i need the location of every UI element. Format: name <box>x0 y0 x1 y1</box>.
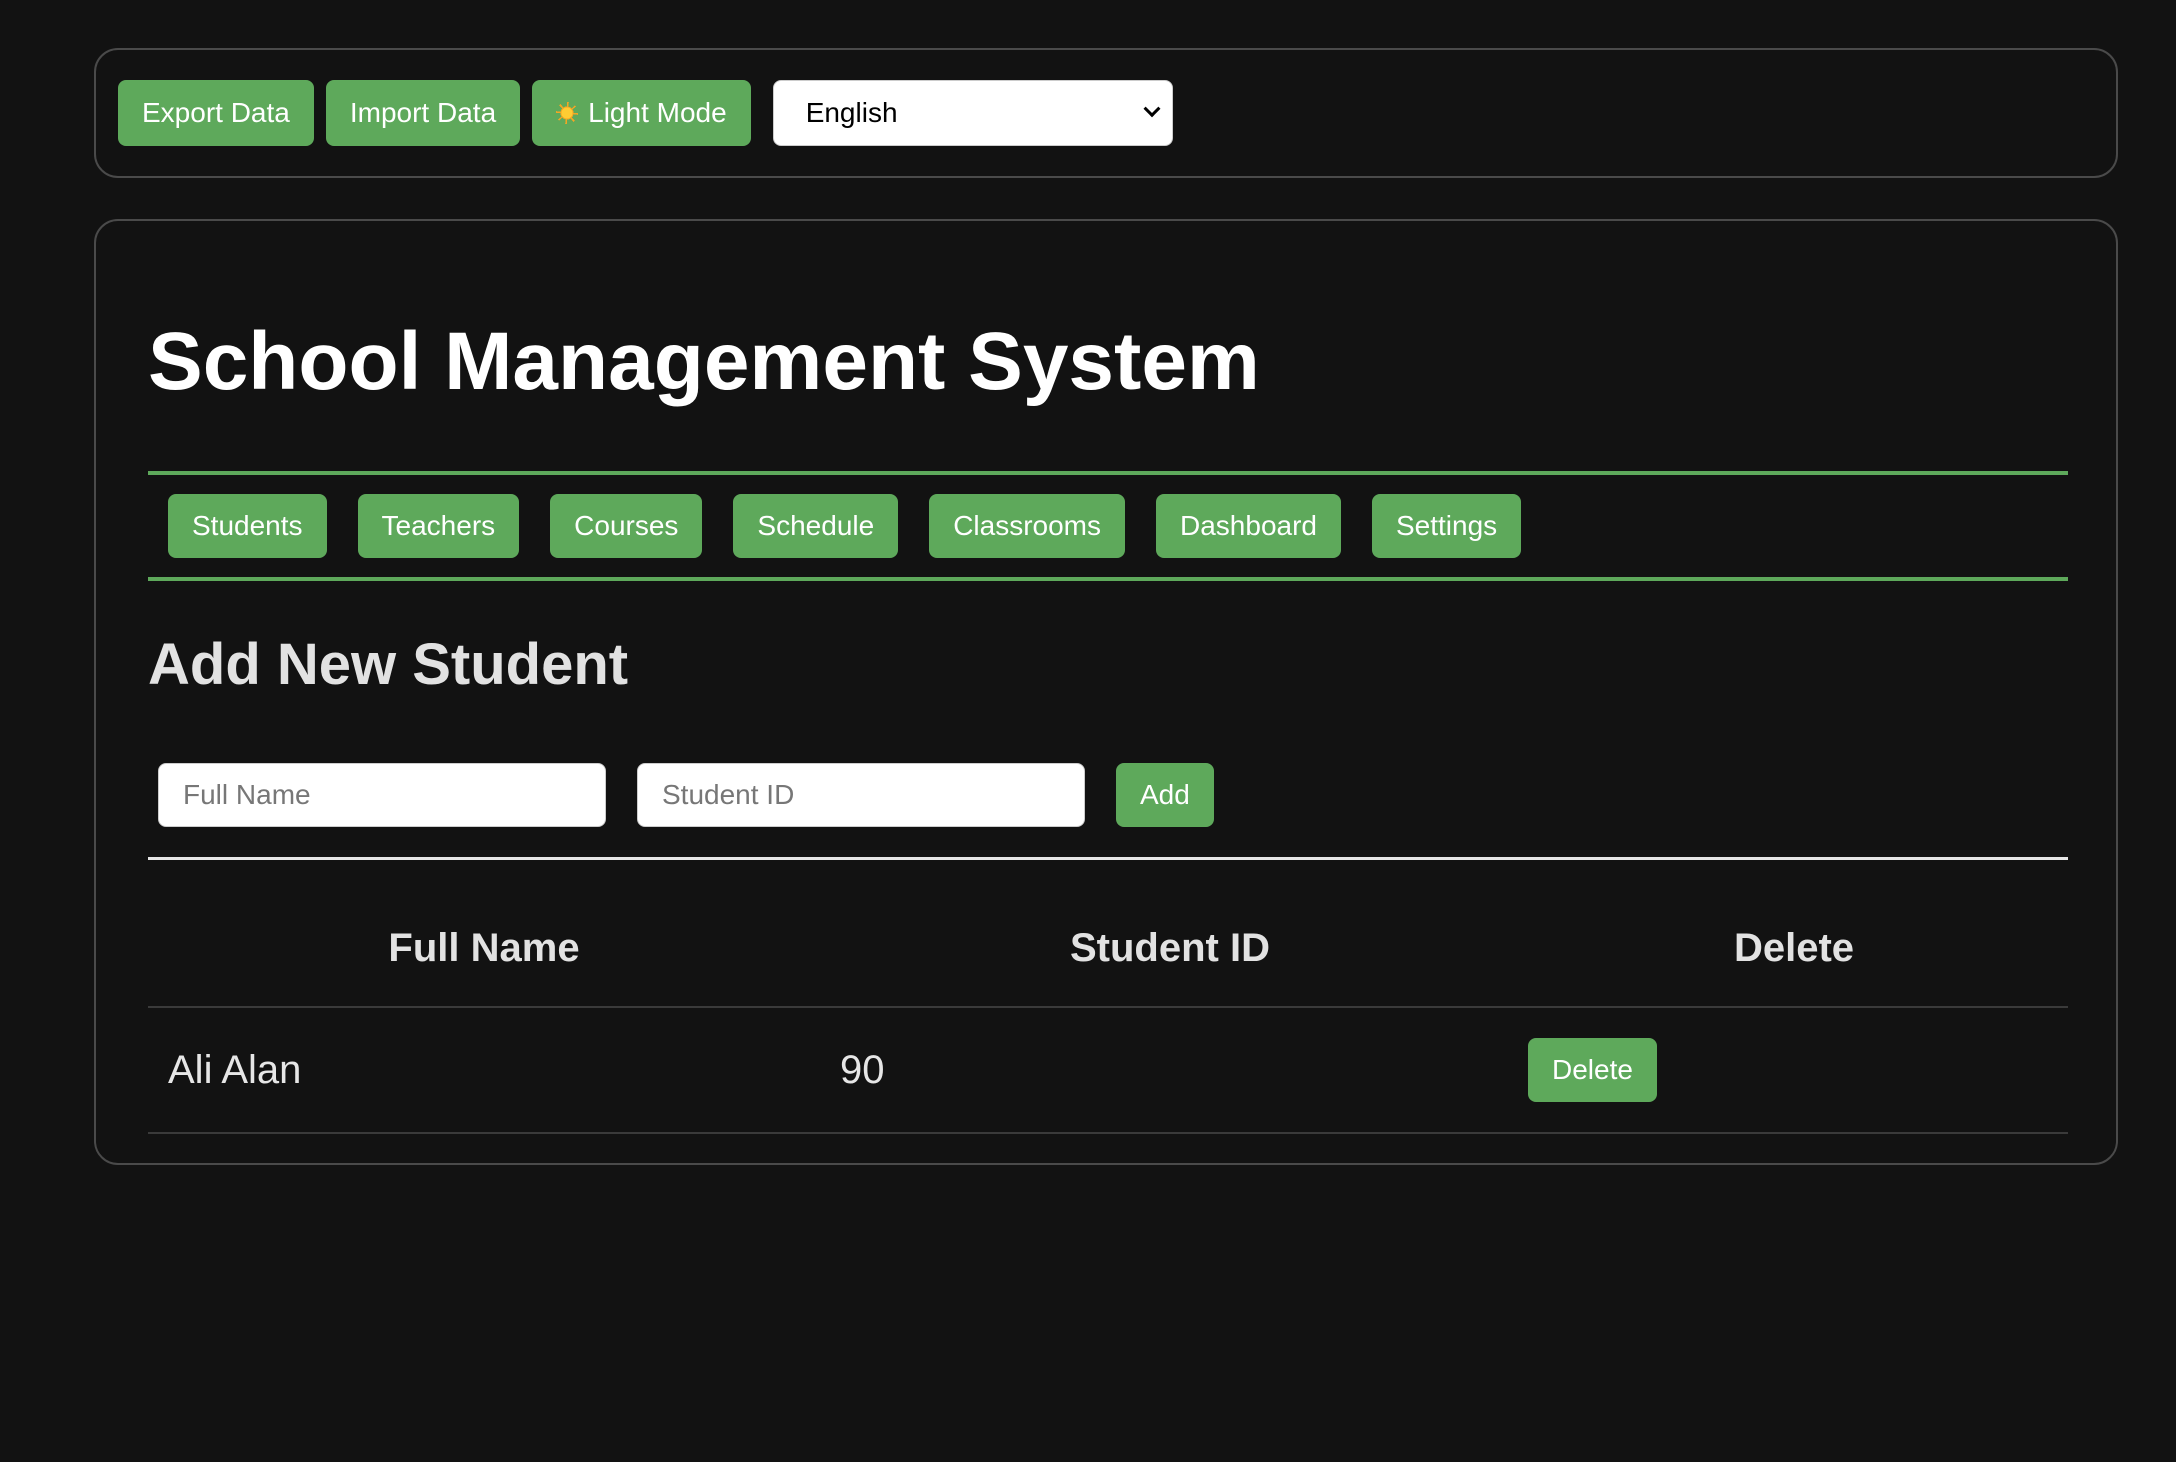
table-header-row: Full Name Student ID Delete <box>148 891 2068 1008</box>
nav-item-dashboard[interactable]: Dashboard <box>1156 494 1341 558</box>
toolbar: Export Data Import Data Light Mode Engli… <box>94 48 2118 178</box>
column-header-full-name: Full Name <box>148 891 820 1008</box>
nav-item-courses[interactable]: Courses <box>550 494 703 558</box>
cell-delete: Delete <box>1520 1007 2068 1134</box>
theme-toggle-label: Light Mode <box>588 97 727 128</box>
main-nav: Students Teachers Courses Schedule Class… <box>148 471 2068 581</box>
import-data-button[interactable]: Import Data <box>325 80 521 146</box>
nav-item-students[interactable]: Students <box>168 494 327 558</box>
divider <box>148 857 2068 860</box>
nav-item-schedule[interactable]: Schedule <box>733 494 899 558</box>
chevron-down-icon <box>1143 100 1161 118</box>
cell-full-name: Ali Alan <box>148 1007 820 1134</box>
column-header-delete: Delete <box>1520 891 2068 1008</box>
main-panel: School Management System Students Teache… <box>94 219 2118 1165</box>
section-title: Add New Student <box>148 632 629 697</box>
page-title: School Management System <box>148 316 1260 407</box>
cell-student-id: 90 <box>820 1007 1520 1134</box>
export-data-button[interactable]: Export Data <box>118 80 314 146</box>
delete-row-button[interactable]: Delete <box>1528 1038 1657 1102</box>
students-table: Full Name Student ID Delete Ali Alan 90 … <box>148 891 2068 1134</box>
add-student-button[interactable]: Add <box>1116 763 1214 827</box>
language-select-value: English <box>805 97 898 128</box>
column-header-student-id: Student ID <box>820 891 1520 1008</box>
sun-icon <box>556 102 579 124</box>
nav-item-classrooms[interactable]: Classrooms <box>929 494 1125 558</box>
nav-item-settings[interactable]: Settings <box>1371 494 1522 558</box>
add-student-form: Add <box>158 763 1214 827</box>
nav-item-teachers[interactable]: Teachers <box>357 494 520 558</box>
student-id-input[interactable] <box>637 763 1085 827</box>
full-name-input[interactable] <box>158 763 606 827</box>
language-select[interactable]: English <box>772 80 1173 146</box>
table-row: Ali Alan 90 Delete <box>148 1007 2068 1134</box>
theme-toggle-button[interactable]: Light Mode <box>532 80 751 146</box>
